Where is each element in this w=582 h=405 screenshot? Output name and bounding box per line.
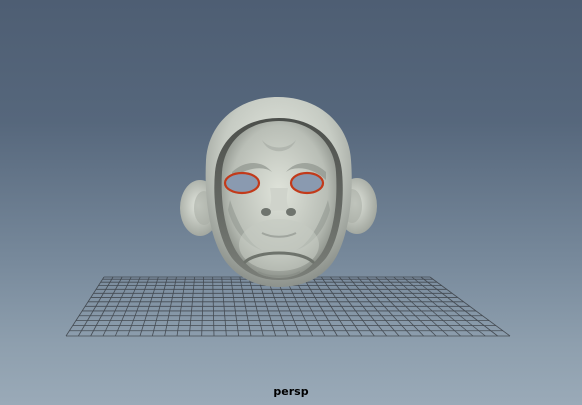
left-nostril <box>261 208 271 216</box>
right-eye-socket <box>289 171 325 195</box>
right-nostril <box>286 208 296 216</box>
camera-label: persp <box>273 385 309 398</box>
left-eye-socket <box>223 171 261 195</box>
monkey-mask-model[interactable] <box>0 0 582 405</box>
perspective-viewport[interactable]: persp <box>0 0 582 405</box>
